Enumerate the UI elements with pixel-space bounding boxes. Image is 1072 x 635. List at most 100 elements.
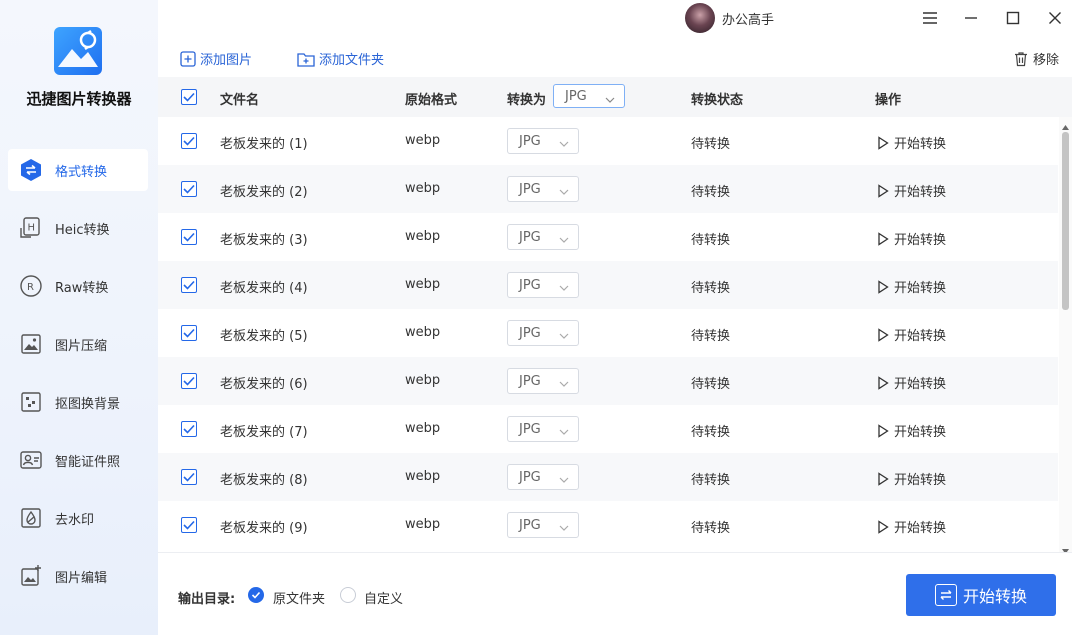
batch-format-select[interactable]: JPG [553,84,625,108]
convert-status: 待转换 [691,473,731,488]
row-start-convert-button[interactable]: 开始转换 [877,373,946,392]
radio-original-folder[interactable] [248,587,264,603]
footer: 输出目录: 原文件夹 自定义 开始转换 [158,552,1072,635]
sidebar-item-watermark[interactable]: 去水印 [8,497,148,539]
menu-icon[interactable] [918,6,942,30]
add-image-button[interactable]: 添加图片 [180,49,252,68]
play-icon [877,375,889,390]
row-checkbox[interactable] [181,133,197,149]
chevron-down-icon [605,93,615,108]
sidebar-item-format-convert[interactable]: 格式转换 [8,149,148,191]
close-icon[interactable] [1043,6,1067,30]
row-start-convert-label: 开始转换 [894,473,947,488]
radio-custom-label[interactable]: 自定义 [364,588,403,607]
target-format-select[interactable]: JPG [507,176,579,202]
table-row[interactable]: 老板发来的 (6) webp JPG 待转换 开始转换 [158,357,1058,405]
table-row[interactable]: 老板发来的 (4) webp JPG 待转换 开始转换 [158,261,1058,309]
row-checkbox[interactable] [181,373,197,389]
target-format-select[interactable]: JPG [507,512,579,538]
sidebar-item-image-edit[interactable]: 图片编辑 [8,555,148,597]
row-start-convert-button[interactable]: 开始转换 [877,421,946,440]
maximize-icon[interactable] [1001,6,1025,30]
sidebar-item-heic[interactable]: H Heic转换 [8,207,148,249]
row-start-convert-label: 开始转换 [894,521,947,536]
remove-button[interactable]: 移除 [1013,49,1059,68]
raw-icon: R [18,273,44,299]
minimize-icon[interactable] [959,6,983,30]
row-start-convert-label: 开始转换 [894,185,947,200]
convert-status: 待转换 [691,233,731,248]
chevron-down-icon [559,473,569,488]
sidebar-item-label: 去水印 [55,512,95,528]
target-format-value: JPG [519,229,541,245]
sidebar-item-label: 图片压缩 [55,338,108,354]
sidebar-item-id-photo[interactable]: 智能证件照 [8,439,148,481]
target-format-select[interactable]: JPG [507,464,579,490]
batch-format-value: JPG [565,88,587,104]
row-start-convert-button[interactable]: 开始转换 [877,229,946,248]
add-folder-button[interactable]: 添加文件夹 [297,49,384,68]
table-row[interactable]: 老板发来的 (5) webp JPG 待转换 开始转换 [158,309,1058,357]
select-all-checkbox[interactable] [181,89,197,105]
file-name: 老板发来的 (6) [220,377,308,392]
start-convert-label: 开始转换 [962,587,1027,606]
table-row[interactable]: 老板发来的 (2) webp JPG 待转换 开始转换 [158,165,1058,213]
image-edit-icon [18,563,44,589]
row-start-convert-button[interactable]: 开始转换 [877,469,946,488]
original-format: webp [405,277,441,292]
row-start-convert-button[interactable]: 开始转换 [877,181,946,200]
target-format-select[interactable]: JPG [507,272,579,298]
target-format-select[interactable]: JPG [507,320,579,346]
target-format-value: JPG [519,421,541,437]
row-start-convert-button[interactable]: 开始转换 [877,133,946,152]
table-row[interactable]: 老板发来的 (3) webp JPG 待转换 开始转换 [158,213,1058,261]
heic-icon: H [18,215,44,241]
sidebar-item-raw[interactable]: R Raw转换 [8,265,148,307]
row-start-convert-label: 开始转换 [894,137,947,152]
target-format-select[interactable]: JPG [507,128,579,154]
scroll-thumb[interactable] [1062,132,1069,310]
row-checkbox[interactable] [181,325,197,341]
chevron-down-icon [559,377,569,392]
play-icon [877,423,889,438]
target-format-select[interactable]: JPG [507,224,579,250]
sidebar: 迅捷图片转换器 格式转换 H Heic转换 R Raw转换 图片压缩 抠图换背景… [0,0,158,635]
table-row[interactable]: 老板发来的 (7) webp JPG 待转换 开始转换 [158,405,1058,453]
row-start-convert-button[interactable]: 开始转换 [877,325,946,344]
row-checkbox[interactable] [181,469,197,485]
original-format: webp [405,421,441,436]
target-format-value: JPG [519,373,541,389]
radio-original-folder-label[interactable]: 原文件夹 [273,588,325,607]
play-icon [877,231,889,246]
target-format-select[interactable]: JPG [507,416,579,442]
start-convert-button[interactable]: 开始转换 [906,574,1056,616]
convert-status: 待转换 [691,425,731,440]
row-checkbox[interactable] [181,421,197,437]
row-start-convert-label: 开始转换 [894,281,947,296]
chevron-down-icon [559,281,569,296]
target-format-select[interactable]: JPG [507,368,579,394]
chevron-down-icon [559,137,569,152]
row-checkbox[interactable] [181,517,197,533]
username[interactable]: 办公高手 [722,9,774,28]
sidebar-item-cutout[interactable]: 抠图换背景 [8,381,148,423]
table-row[interactable]: 老板发来的 (8) webp JPG 待转换 开始转换 [158,453,1058,501]
avatar[interactable] [685,3,715,33]
sidebar-item-image-compress[interactable]: 图片压缩 [8,323,148,365]
table-row[interactable]: 老板发来的 (1) webp JPG 待转换 开始转换 [158,117,1058,165]
id-photo-icon [18,447,44,473]
original-format: webp [405,181,441,196]
row-start-convert-button[interactable]: 开始转换 [877,517,946,536]
row-checkbox[interactable] [181,277,197,293]
chevron-down-icon [559,521,569,536]
original-format: webp [405,325,441,340]
row-start-convert-button[interactable]: 开始转换 [877,277,946,296]
row-checkbox[interactable] [181,229,197,245]
radio-custom[interactable] [340,587,356,603]
add-folder-icon [297,51,315,67]
row-checkbox[interactable] [181,181,197,197]
file-list: 老板发来的 (1) webp JPG 待转换 开始转换 老板发来的 (2) we… [158,117,1058,552]
table-row[interactable]: 老板发来的 (9) webp JPG 待转换 开始转换 [158,501,1058,549]
chevron-down-icon [559,185,569,200]
scrollbar[interactable] [1059,117,1072,554]
